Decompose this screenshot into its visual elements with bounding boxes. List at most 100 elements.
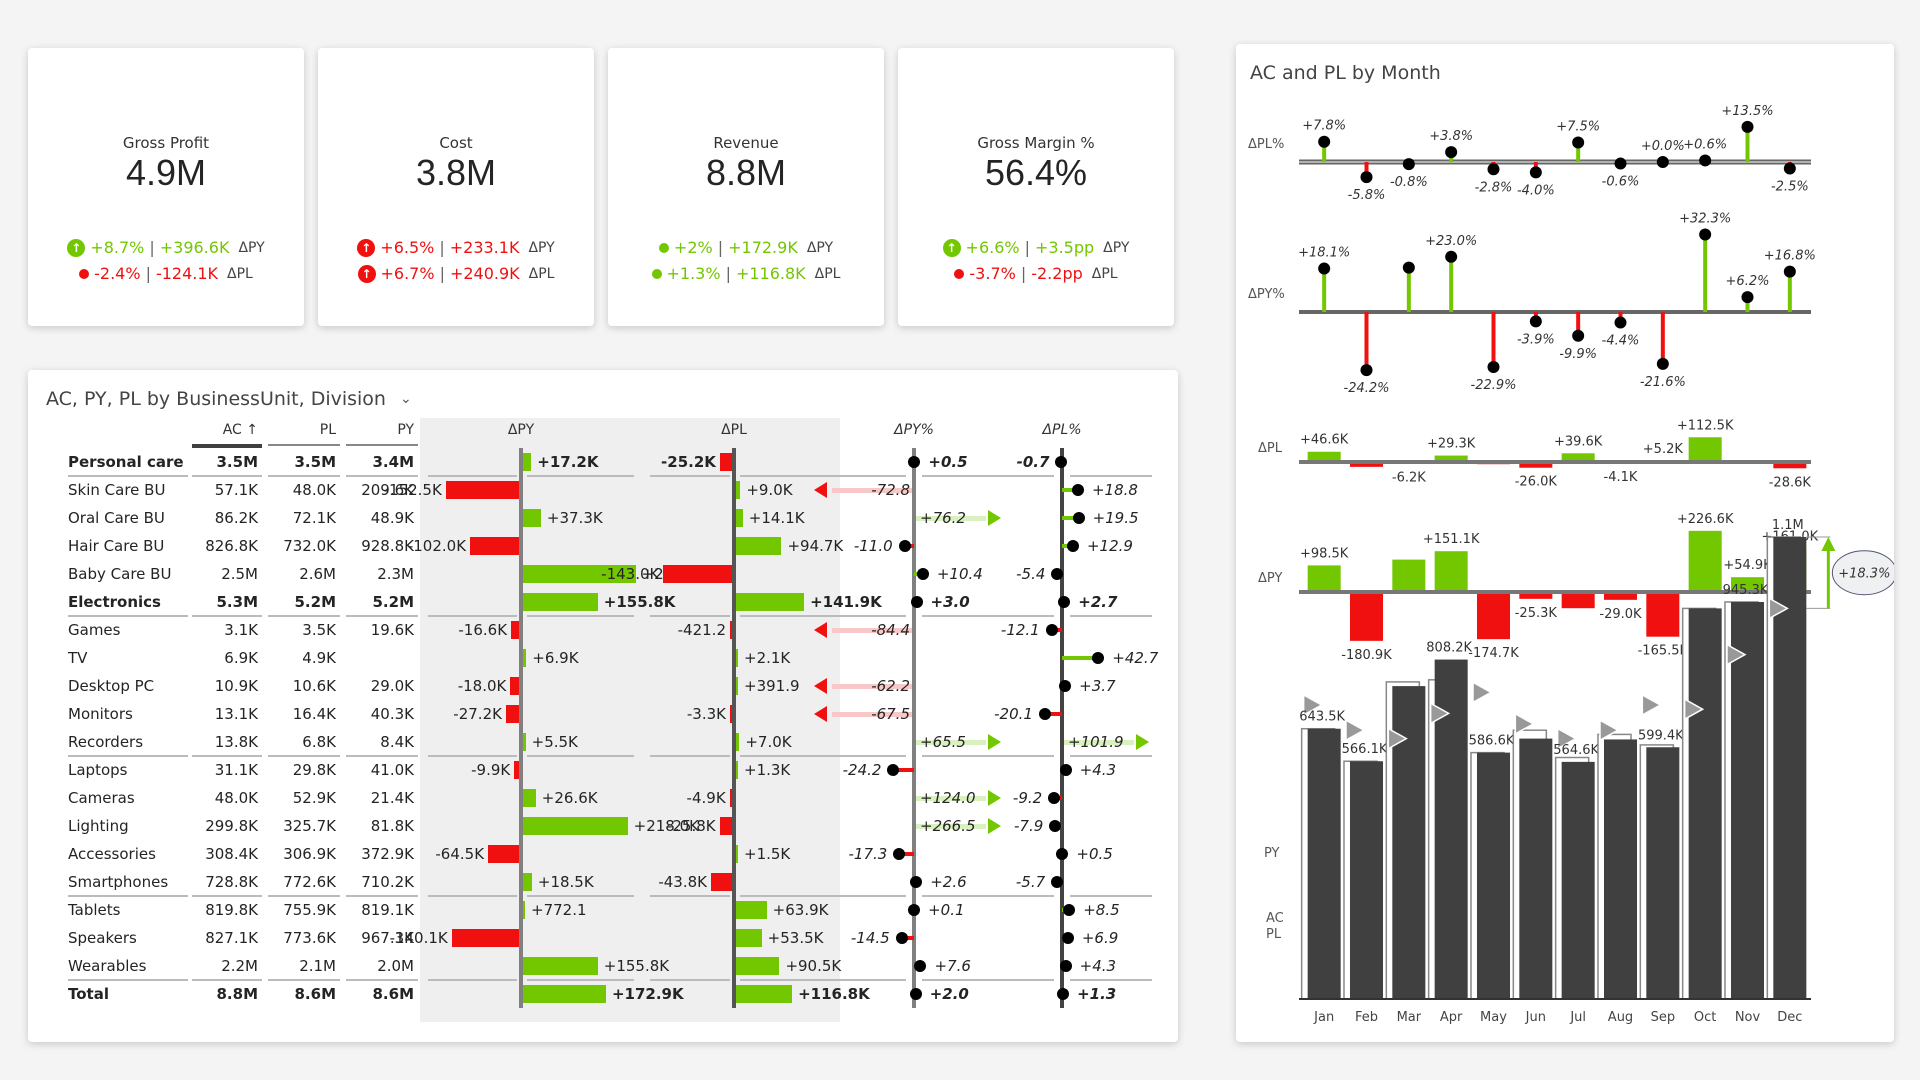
dpl-label: +2.1K bbox=[744, 649, 791, 667]
pin-head bbox=[1445, 250, 1458, 263]
kpi-title: Cost bbox=[439, 134, 473, 152]
delta-bar-label: -4.1K bbox=[1604, 470, 1638, 485]
separator: | bbox=[439, 264, 445, 283]
dpl-bar bbox=[736, 509, 743, 527]
cell-pl: 3.5M bbox=[294, 453, 337, 471]
dpl-pct-label: +8.5 bbox=[1083, 901, 1120, 919]
dpy-label: +155.8K bbox=[603, 593, 676, 611]
table-row[interactable]: Electronics 5.3M 5.2M 5.2M +155.8K +141.9K +3.… bbox=[28, 588, 1178, 616]
dpl-pct-label: -12.1 bbox=[1000, 621, 1040, 639]
table-row[interactable]: Hair Care BU 826.8K 732.0K 928.8K -102.0K +94… bbox=[28, 532, 1178, 560]
dpl-pct-label: -5.7 bbox=[1015, 873, 1046, 891]
table-row[interactable]: Smartphones 728.8K 772.6K 710.2K +18.5K -43.8… bbox=[28, 868, 1178, 896]
dpy-pct-label: +0.1 bbox=[928, 901, 965, 919]
header-dpl[interactable]: ΔPL bbox=[694, 422, 774, 438]
header-py[interactable]: PY bbox=[344, 422, 414, 438]
delta-bar bbox=[1688, 530, 1722, 592]
table-row[interactable]: Wearables 2.2M 2.1M 2.0M +155.8K +90.5K +7.6 +4… bbox=[28, 952, 1178, 980]
row-name: Wearables bbox=[68, 957, 147, 975]
table-row[interactable]: Accessories 308.4K 306.9K 372.9K -64.5K +1.5K… bbox=[28, 840, 1178, 868]
kpi-py-abs: +172.9K bbox=[728, 238, 798, 257]
header-dpy-pct[interactable]: ΔPY% bbox=[874, 422, 954, 438]
header-ac[interactable]: AC ↑ bbox=[188, 422, 258, 438]
dpy-pct-pin bbox=[898, 540, 911, 552]
kpi-pl-abs: +240.9K bbox=[449, 264, 520, 283]
table-row[interactable]: Desktop PC 10.9K 10.6K 29.0K -18.0K +391.9 -62… bbox=[28, 672, 1178, 700]
table-row[interactable]: Monitors 13.1K 16.4K 40.3K -27.2K -3.3K -67.5 -… bbox=[28, 700, 1178, 728]
header-underline bbox=[346, 444, 418, 446]
cell-ac: 3.1K bbox=[224, 621, 258, 639]
table-row[interactable]: Cameras 48.0K 52.9K 21.4K +26.6K -4.9K +124.0 -… bbox=[28, 784, 1178, 812]
kpi-py-label: ΔPY bbox=[1103, 239, 1130, 256]
dpy-label: -9.9K bbox=[471, 761, 511, 779]
ac-bar-label: 599.4K bbox=[1638, 728, 1684, 743]
kpi-py-line: +2% | +172.9K ΔPY bbox=[608, 238, 884, 257]
arrow-up-icon: ↑ bbox=[67, 238, 86, 257]
dpl-pct-label: +4.3 bbox=[1079, 761, 1117, 779]
cell-ac: 2.2M bbox=[221, 957, 258, 975]
table-row[interactable]: Skin Care BU 57.1K 48.0K 209.6K -152.5K +9.0K… bbox=[28, 476, 1178, 504]
header-dpl-pct[interactable]: ΔPL% bbox=[1022, 422, 1102, 438]
table-row[interactable]: Personal care 3.5M 3.5M 3.4M +17.2K -25.2K +0.… bbox=[28, 448, 1178, 476]
table-row[interactable]: Tablets 819.8K 755.9K 819.1K +772.1 +63.9K +0.… bbox=[28, 896, 1178, 924]
pin-label: -0.6% bbox=[1602, 175, 1640, 190]
table-row[interactable]: Games 3.1K 3.5K 19.6K -16.6K -421.2 -84.4 -12.1 bbox=[28, 616, 1178, 644]
cell-pl: 72.1K bbox=[292, 509, 336, 527]
dpy-label: -102.0K bbox=[407, 537, 467, 555]
table-row[interactable]: Baby Care BU2.5M2.6M2.3M+234.4K-143.0K+1… bbox=[28, 560, 1178, 588]
dpy-label: +18.5K bbox=[537, 873, 594, 891]
pin-head bbox=[1783, 265, 1796, 278]
dpl-pct-pin bbox=[1066, 540, 1079, 552]
month-label: Dec bbox=[1777, 1010, 1802, 1025]
ac-bar bbox=[1688, 608, 1722, 999]
row-name: Accessories bbox=[68, 845, 156, 863]
dpy-pct-label: -14.5 bbox=[850, 929, 890, 947]
delta-bar bbox=[1307, 565, 1341, 592]
month-label: Sep bbox=[1651, 1010, 1676, 1025]
dpy-label: -140.1K bbox=[389, 929, 448, 947]
table-row[interactable]: Oral Care BU 86.2K 72.1K 48.9K +37.3K +14.1K +… bbox=[28, 504, 1178, 532]
cell-pl: 755.9K bbox=[283, 901, 336, 919]
pin-head bbox=[1529, 166, 1542, 179]
table-row[interactable]: Total 8.8M 8.6M 8.6M +172.9K +116.8K +2.0 +1.3 bbox=[28, 980, 1178, 1008]
kpi-pl-pct: +6.7% bbox=[380, 264, 435, 283]
row-name: Speakers bbox=[68, 929, 137, 947]
table-row[interactable]: Laptops 31.1K 29.8K 41.0K -9.9K +1.3K -24.2 +4.… bbox=[28, 756, 1178, 784]
table-row[interactable]: Speakers 827.1K 773.6K 967.3K -140.1K +53.5K -… bbox=[28, 924, 1178, 952]
header-pl[interactable]: PL bbox=[266, 422, 336, 438]
ac-bar bbox=[1519, 738, 1553, 999]
pin-head bbox=[1402, 261, 1415, 274]
arrow-down-icon bbox=[954, 268, 965, 279]
table-row[interactable]: Recorders 13.8K 6.8K 8.4K +5.5K +7.0K +65.5 +10… bbox=[28, 728, 1178, 756]
separator: | bbox=[717, 238, 724, 257]
kpi-pl-abs: -124.1K bbox=[155, 264, 219, 283]
chevron-down-icon[interactable]: ⌄ bbox=[400, 391, 412, 407]
kpi-value: 56.4% bbox=[984, 152, 1088, 193]
dpy-bar bbox=[523, 789, 536, 807]
ac-bar bbox=[1603, 739, 1638, 999]
dpl-label: -3.3K bbox=[686, 705, 726, 723]
pin-head bbox=[1741, 291, 1754, 304]
pin-head bbox=[1699, 228, 1712, 241]
delta-bar-label: +112.5K bbox=[1677, 418, 1734, 433]
row-name: Desktop PC bbox=[68, 677, 155, 695]
dpy-bar bbox=[505, 705, 519, 723]
outlier-arrow-right-icon bbox=[988, 510, 1001, 526]
kpi-pl-label: ΔPL bbox=[528, 265, 555, 282]
dpy-pct-label: +124.0 bbox=[920, 789, 976, 807]
delta-bar-label: -29.0K bbox=[1599, 607, 1642, 622]
pin-head bbox=[1318, 262, 1331, 275]
dpl-bar bbox=[710, 873, 732, 891]
cell-py: 928.8K bbox=[361, 537, 414, 555]
dpl-label: +141.9K bbox=[810, 593, 882, 611]
dpl-pct-label: -20.1 bbox=[994, 705, 1033, 723]
table-row[interactable]: TV 6.9K 4.9K +6.9K +2.1K +42.7 bbox=[28, 644, 1178, 672]
pin-label: -2.8% bbox=[1475, 180, 1513, 195]
delta-bar-label: -28.6K bbox=[1769, 475, 1812, 490]
table-row[interactable]: Lighting 299.8K 325.7K 81.8K +218.0K -25.8K +2… bbox=[28, 812, 1178, 840]
dpy-bar bbox=[523, 453, 532, 471]
cell-pl: 16.4K bbox=[292, 705, 336, 723]
row-name: Tablets bbox=[68, 901, 121, 919]
dpl-label: +391.9 bbox=[744, 677, 800, 695]
header-dpy[interactable]: ΔPY bbox=[481, 422, 561, 438]
